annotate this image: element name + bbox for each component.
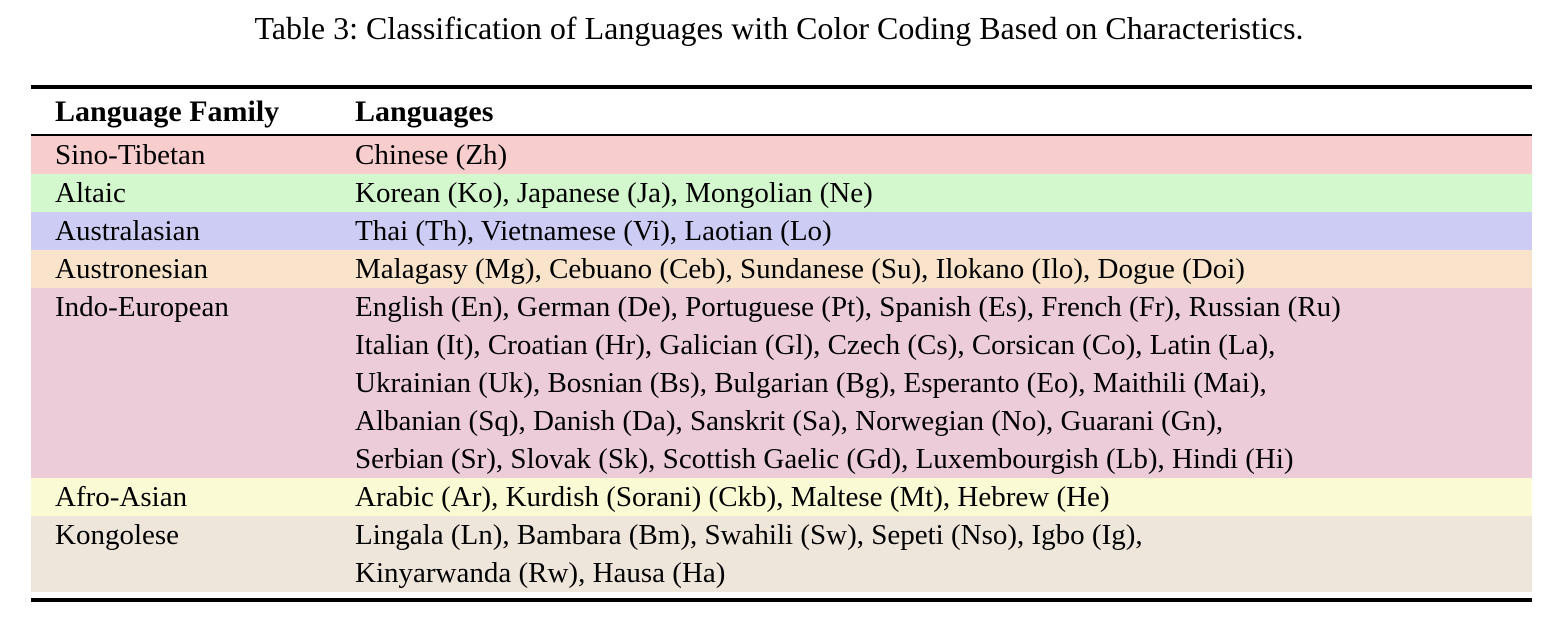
table-row-australasian: Australasian Thai (Th), Vietnamese (Vi),… (31, 212, 1532, 250)
languages-cell: Thai (Th), Vietnamese (Vi), Laotian (Lo) (355, 212, 1532, 250)
table-bottom-rule (31, 598, 1532, 602)
language-family-cell: Altaic (31, 174, 355, 212)
language-list-line: Ukrainian (Uk), Bosnian (Bs), Bulgarian … (355, 364, 1524, 402)
column-header-languages: Languages (355, 93, 1532, 131)
languages-cell: English (En), German (De), Portuguese (P… (355, 288, 1532, 478)
languages-cell: Korean (Ko), Japanese (Ja), Mongolian (N… (355, 174, 1532, 212)
language-list-line: Italian (It), Croatian (Hr), Galician (G… (355, 326, 1524, 364)
language-list-line: Kinyarwanda (Rw), Hausa (Ha) (355, 554, 1524, 592)
language-list-line: Serbian (Sr), Slovak (Sk), Scottish Gael… (355, 440, 1524, 478)
table-row-kongolese: Kongolese Lingala (Ln), Bambara (Bm), Sw… (31, 516, 1532, 592)
table-row-afro-asian: Afro-Asian Arabic (Ar), Kurdish (Sorani)… (31, 478, 1532, 516)
language-list-line: Korean (Ko), Japanese (Ja), Mongolian (N… (355, 174, 1524, 212)
language-list-line: Albanian (Sq), Danish (Da), Sanskrit (Sa… (355, 402, 1524, 440)
table-row-austronesian: Austronesian Malagasy (Mg), Cebuano (Ceb… (31, 250, 1532, 288)
table-row-sino-tibetan: Sino-Tibetan Chinese (Zh) (31, 136, 1532, 174)
language-list-line: English (En), German (De), Portuguese (P… (355, 288, 1524, 326)
language-list-line: Arabic (Ar), Kurdish (Sorani) (Ckb), Mal… (355, 478, 1524, 516)
language-family-cell: Kongolese (31, 516, 355, 592)
language-family-cell: Australasian (31, 212, 355, 250)
language-family-cell: Austronesian (31, 250, 355, 288)
column-header-language-family: Language Family (31, 93, 355, 131)
language-list-line: Thai (Th), Vietnamese (Vi), Laotian (Lo) (355, 212, 1524, 250)
languages-cell: Malagasy (Mg), Cebuano (Ceb), Sundanese … (355, 250, 1532, 288)
table-header-row: Language Family Languages (31, 89, 1532, 134)
languages-cell: Arabic (Ar), Kurdish (Sorani) (Ckb), Mal… (355, 478, 1532, 516)
table-row-indo-european: Indo-European English (En), German (De),… (31, 288, 1532, 478)
languages-cell: Lingala (Ln), Bambara (Bm), Swahili (Sw)… (355, 516, 1532, 592)
language-family-cell: Indo-European (31, 288, 355, 478)
language-list-line: Lingala (Ln), Bambara (Bm), Swahili (Sw)… (355, 516, 1524, 554)
table-caption: Table 3: Classification of Languages wit… (0, 0, 1558, 47)
table-body: Sino-Tibetan Chinese (Zh) Altaic Korean … (31, 136, 1532, 592)
table-row-altaic: Altaic Korean (Ko), Japanese (Ja), Mongo… (31, 174, 1532, 212)
language-family-cell: Sino-Tibetan (31, 136, 355, 174)
languages-cell: Chinese (Zh) (355, 136, 1532, 174)
language-list-line: Chinese (Zh) (355, 136, 1524, 174)
language-family-cell: Afro-Asian (31, 478, 355, 516)
language-classification-table: Language Family Languages Sino-Tibetan C… (31, 85, 1532, 602)
language-list-line: Malagasy (Mg), Cebuano (Ceb), Sundanese … (355, 250, 1524, 288)
